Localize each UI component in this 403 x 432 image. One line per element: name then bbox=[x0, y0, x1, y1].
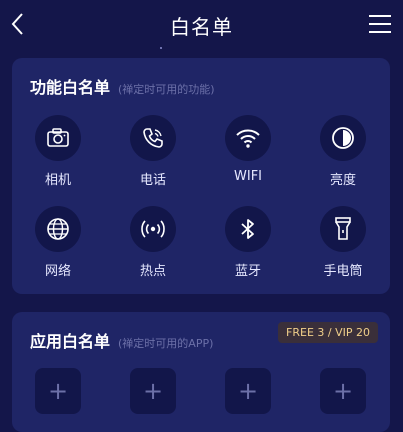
feature-label: 相机 bbox=[44, 173, 71, 188]
add-app-button[interactable]: + bbox=[35, 368, 81, 414]
wifi-icon bbox=[225, 115, 271, 161]
flashlight-icon bbox=[320, 206, 366, 252]
feature-whitelist-subtitle: (禅定时可用的功能) bbox=[118, 83, 215, 96]
globe-icon bbox=[35, 206, 81, 252]
feature-network[interactable]: 网络 bbox=[28, 206, 88, 279]
bluetooth-icon bbox=[225, 206, 271, 252]
feature-brightness[interactable]: 亮度 bbox=[313, 115, 373, 188]
brightness-icon bbox=[320, 115, 366, 161]
camera-icon bbox=[35, 115, 81, 161]
add-app-button[interactable]: + bbox=[320, 368, 366, 414]
add-app-button[interactable]: + bbox=[130, 368, 176, 414]
feature-label: WIFI bbox=[234, 169, 262, 184]
feature-whitelist-header: 功能白名单 (禅定时可用的功能) bbox=[30, 74, 215, 98]
top-bar: 白名单 bbox=[0, 0, 403, 50]
page-title: 白名单 bbox=[170, 15, 233, 39]
app-whitelist-subtitle: (禅定时可用的APP) bbox=[118, 337, 214, 350]
divider-dot bbox=[160, 47, 162, 49]
feature-wifi[interactable]: WIFI bbox=[218, 115, 278, 184]
feature-camera[interactable]: 相机 bbox=[28, 115, 88, 188]
phone-icon bbox=[130, 115, 176, 161]
feature-hotspot[interactable]: 热点 bbox=[123, 206, 183, 279]
feature-whitelist-title: 功能白名单 bbox=[30, 78, 111, 97]
feature-whitelist-card: 功能白名单 (禅定时可用的功能) 相机 电话 WIFI 亮度 网络 热点 蓝牙 … bbox=[12, 58, 390, 294]
quota-badge: FREE 3 / VIP 20 bbox=[278, 322, 378, 343]
feature-label: 网络 bbox=[44, 264, 71, 279]
feature-phone[interactable]: 电话 bbox=[123, 115, 183, 188]
app-whitelist-title: 应用白名单 bbox=[30, 332, 111, 351]
feature-label: 手电筒 bbox=[323, 264, 363, 279]
hotspot-icon bbox=[130, 206, 176, 252]
feature-label: 蓝牙 bbox=[234, 264, 261, 279]
app-whitelist-card: 应用白名单 (禅定时可用的APP) FREE 3 / VIP 20 + + + … bbox=[12, 312, 390, 432]
feature-label: 亮度 bbox=[329, 173, 356, 188]
hamburger-menu-icon[interactable] bbox=[369, 14, 391, 34]
add-app-button[interactable]: + bbox=[225, 368, 271, 414]
feature-bluetooth[interactable]: 蓝牙 bbox=[218, 206, 278, 279]
app-whitelist-header: 应用白名单 (禅定时可用的APP) bbox=[30, 328, 213, 352]
feature-label: 电话 bbox=[139, 173, 166, 188]
feature-flashlight[interactable]: 手电筒 bbox=[313, 206, 373, 279]
feature-label: 热点 bbox=[139, 264, 166, 279]
